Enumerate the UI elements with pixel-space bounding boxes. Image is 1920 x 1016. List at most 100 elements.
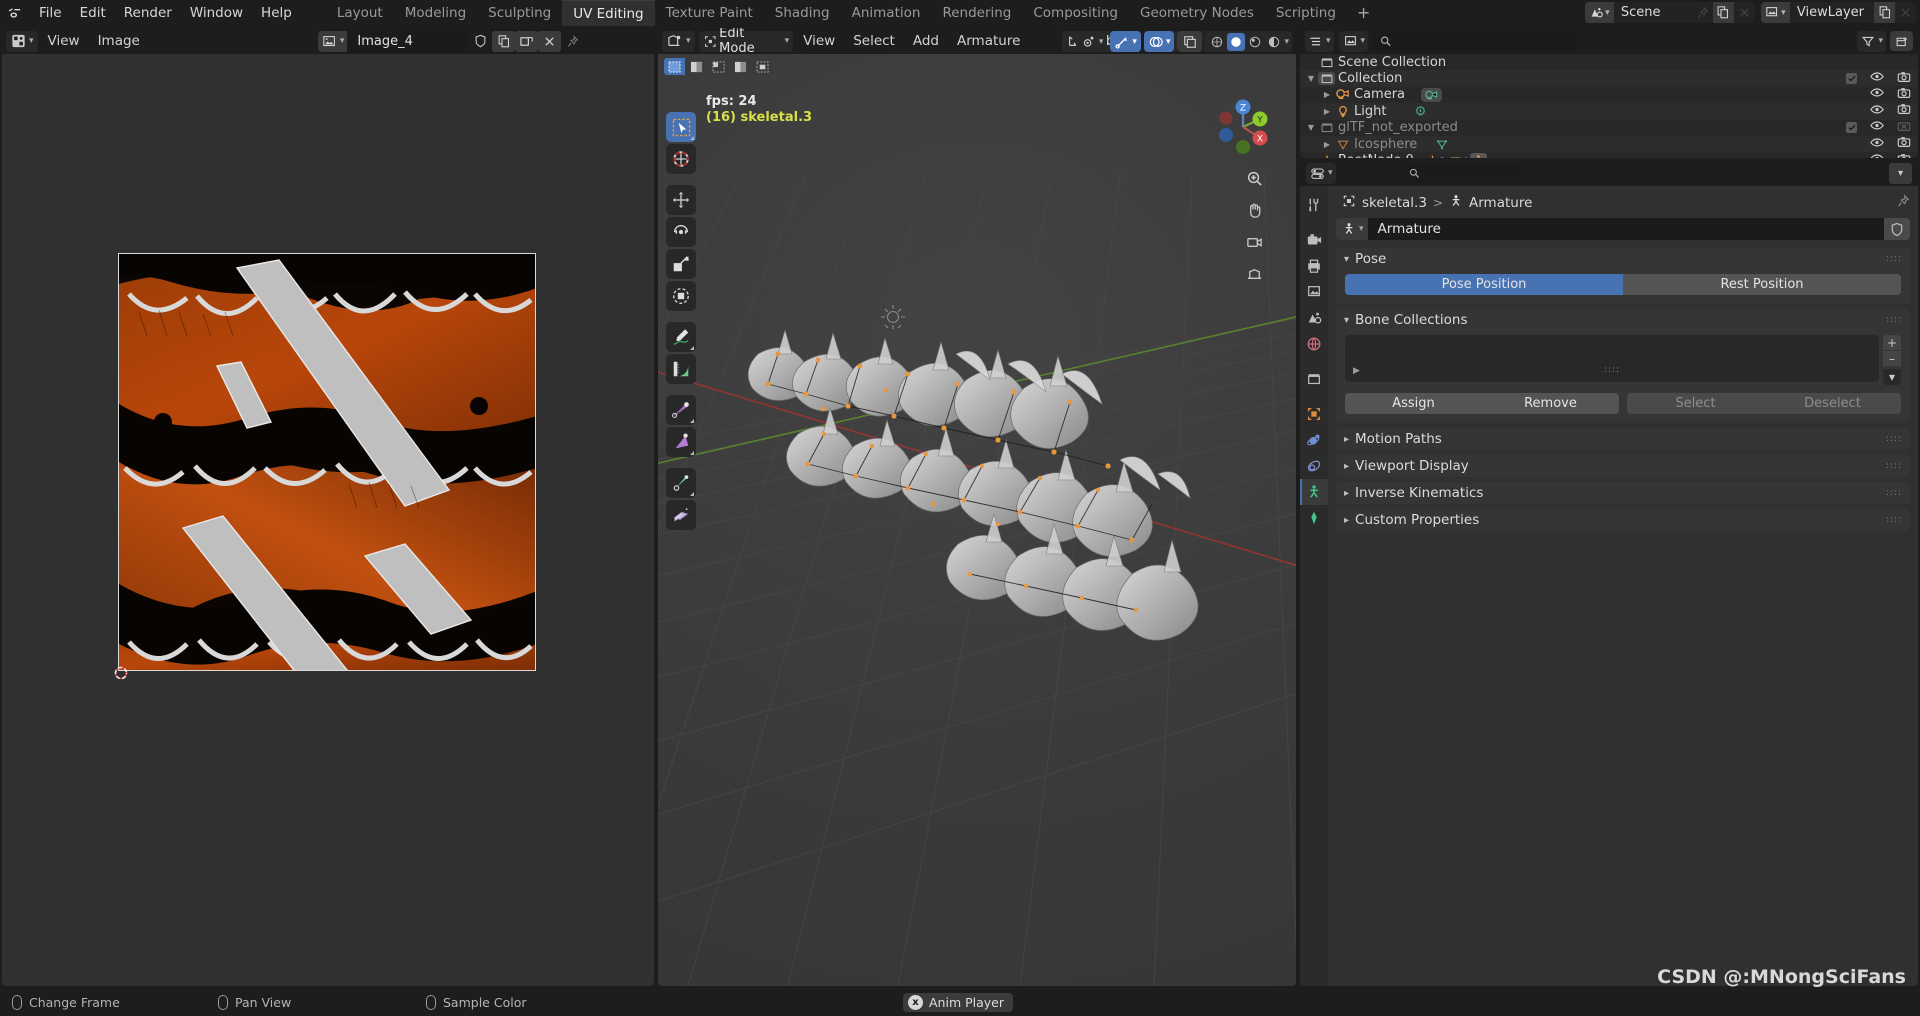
mode-selector[interactable]: Edit Mode ▾	[698, 28, 794, 56]
outliner-row-camera[interactable]: ▶ Camera	[1300, 87, 1918, 103]
extrude-bone-tool[interactable]	[666, 427, 696, 457]
move-tool[interactable]	[666, 185, 696, 215]
exclude-checkbox[interactable]	[1846, 122, 1857, 134]
xray-toggle[interactable]	[1177, 31, 1203, 52]
outliner-row-collection[interactable]: ▼ Collection	[1300, 70, 1918, 87]
pan-hand-icon[interactable]	[1242, 198, 1266, 222]
panel-grip[interactable]: ::::	[1886, 461, 1902, 471]
outliner-editor-type-selector[interactable]: ▾	[1305, 30, 1334, 52]
properties-tab-output[interactable]	[1300, 253, 1328, 279]
panel-pose-header[interactable]: ▾ Pose ::::	[1336, 248, 1910, 270]
properties-expand-button[interactable]: ▾	[1889, 162, 1912, 184]
properties-editor-type-selector[interactable]: ▾	[1306, 162, 1336, 184]
assign-button[interactable]: Assign	[1345, 393, 1482, 414]
uv-canvas[interactable]	[2, 54, 654, 986]
scene-icon[interactable]: ▾	[1584, 2, 1614, 23]
remove-bone-collection-button[interactable]: –	[1883, 351, 1901, 366]
expand-triangle[interactable]: ▶	[1320, 140, 1334, 149]
outliner-row-light[interactable]: ▶ Light	[1300, 103, 1918, 120]
outliner-row-scene-collection[interactable]: Scene Collection	[1300, 54, 1918, 70]
pose-icon[interactable]	[1470, 153, 1488, 158]
bone-collections-list[interactable]: ▶ ::::	[1345, 335, 1879, 382]
properties-tab-render[interactable]	[1300, 227, 1328, 253]
panel-inverse-kinematics[interactable]: ▸ Inverse Kinematics ::::	[1336, 482, 1910, 504]
workspace-tab-shading[interactable]: Shading	[764, 0, 841, 26]
outliner-filter-button[interactable]: ▾	[1857, 30, 1886, 52]
tweak-tool[interactable]	[666, 112, 696, 142]
eye-icon[interactable]	[1870, 71, 1884, 86]
anim-player-button[interactable]: x Anim Player	[903, 992, 1013, 1012]
properties-tab-object[interactable]	[1300, 401, 1328, 427]
breadcrumb-object-label[interactable]: skeletal.3	[1362, 195, 1427, 211]
outliner-tree[interactable]: Scene Collection ▼ Collection ▶ Camera ▶…	[1300, 54, 1918, 158]
panel-grip[interactable]: ::::	[1886, 315, 1902, 325]
render-camera-icon[interactable]	[1897, 103, 1911, 119]
view3d-menu-add[interactable]: Add	[905, 31, 947, 52]
camera-data-icon[interactable]	[1421, 87, 1443, 102]
properties-tab-object-data-armature[interactable]	[1300, 479, 1328, 505]
remove-button[interactable]: Remove	[1482, 393, 1619, 414]
annotate-tool[interactable]	[666, 322, 696, 352]
face-select-icon[interactable]	[708, 58, 729, 75]
outliner-row-rootnode[interactable]: ▶ RootNode.0 2 4	[1300, 152, 1918, 158]
select-button[interactable]: Select	[1627, 393, 1764, 414]
properties-search-input[interactable]	[1423, 165, 1515, 181]
workspace-tab-compositing[interactable]: Compositing	[1022, 0, 1129, 26]
workspace-tab-sculpting[interactable]: Sculpting	[477, 0, 562, 26]
workspace-tab-rendering[interactable]: Rendering	[931, 0, 1022, 26]
outliner-row-gltf-not-exported[interactable]: ▼ glTF_not_exported	[1300, 120, 1918, 136]
panel-custom-properties[interactable]: ▸ Custom Properties ::::	[1336, 509, 1910, 531]
eye-icon[interactable]	[1870, 120, 1884, 135]
bone-size-tool[interactable]	[666, 468, 696, 498]
properties-tab-collection[interactable]	[1300, 366, 1328, 392]
add-bone-collection-button[interactable]: +	[1883, 335, 1901, 350]
pin-icon[interactable]	[561, 31, 584, 52]
panel-grip[interactable]: ::::	[1886, 488, 1902, 498]
workspace-tab-layout[interactable]: Layout	[326, 0, 394, 26]
workspace-tab-uv-editing[interactable]: UV Editing	[562, 0, 655, 26]
workspace-tab-modeling[interactable]: Modeling	[394, 0, 477, 26]
shading-mode-buttons[interactable]: ▾	[1205, 31, 1292, 52]
expand-triangle[interactable]: ▼	[1304, 123, 1318, 132]
deselect-button[interactable]: Deselect	[1764, 393, 1901, 414]
outliner-search[interactable]	[1373, 31, 1579, 51]
rest-position-button[interactable]: Rest Position	[1623, 274, 1901, 295]
eye-icon[interactable]	[1870, 153, 1884, 158]
outliner-row-icosphere[interactable]: ▶ Icosphere	[1300, 135, 1918, 153]
viewlayer-name[interactable]: ViewLayer	[1790, 2, 1874, 23]
workspace-tab-scripting[interactable]: Scripting	[1265, 0, 1347, 26]
properties-tab-tool[interactable]	[1300, 192, 1328, 218]
light-data-icon[interactable]	[1414, 105, 1427, 118]
outliner-display-mode-selector[interactable]: ▾	[1338, 30, 1369, 52]
expand-triangle[interactable]: ▶	[1304, 156, 1318, 158]
uv-editor-type-selector[interactable]: ▾	[6, 30, 38, 52]
rendered-shading-icon[interactable]	[1265, 33, 1283, 51]
mode-5-icon[interactable]	[752, 58, 773, 75]
viewport-3d-canvas[interactable]: fps: 24 (16) skeletal.3 Z Y X	[658, 54, 1296, 986]
uv-menu-view[interactable]: View	[40, 31, 88, 52]
properties-tab-world[interactable]	[1300, 331, 1328, 357]
navigation-gizmo[interactable]: Z Y X	[1212, 96, 1274, 158]
armature-browse-button[interactable]: ▾	[1336, 218, 1368, 240]
visibility-selector[interactable]: ▾	[1075, 31, 1108, 52]
expand-triangle[interactable]: ▼	[1304, 74, 1318, 83]
camera-view-icon[interactable]	[1242, 230, 1266, 254]
cursor-tool[interactable]	[666, 144, 696, 174]
viewlayer-icon[interactable]: ▾	[1760, 2, 1790, 23]
render-camera-icon[interactable]	[1897, 136, 1911, 152]
armature-count-2-icon[interactable]: 2	[1426, 154, 1446, 158]
unlink-icon[interactable]	[515, 30, 539, 52]
properties-tab-physics[interactable]	[1300, 453, 1328, 479]
panel-viewport-display[interactable]: ▸ Viewport Display ::::	[1336, 455, 1910, 477]
scene-name[interactable]: Scene	[1614, 2, 1692, 23]
transform-tool[interactable]	[666, 281, 696, 311]
new-scene-button[interactable]	[1712, 2, 1734, 23]
bone-collections-menu-button[interactable]: ▾	[1883, 369, 1901, 385]
wireframe-shading-icon[interactable]	[1208, 33, 1226, 51]
list-expand-triangle[interactable]: ▶	[1353, 366, 1360, 376]
render-camera-icon[interactable]	[1897, 153, 1911, 158]
menu-render[interactable]: Render	[115, 2, 181, 24]
panel-bone-collections-header[interactable]: ▾ Bone Collections ::::	[1336, 309, 1910, 331]
overlays-toggle[interactable]: ▾	[1143, 31, 1175, 52]
armature-name-field[interactable]: Armature	[1367, 218, 1884, 240]
